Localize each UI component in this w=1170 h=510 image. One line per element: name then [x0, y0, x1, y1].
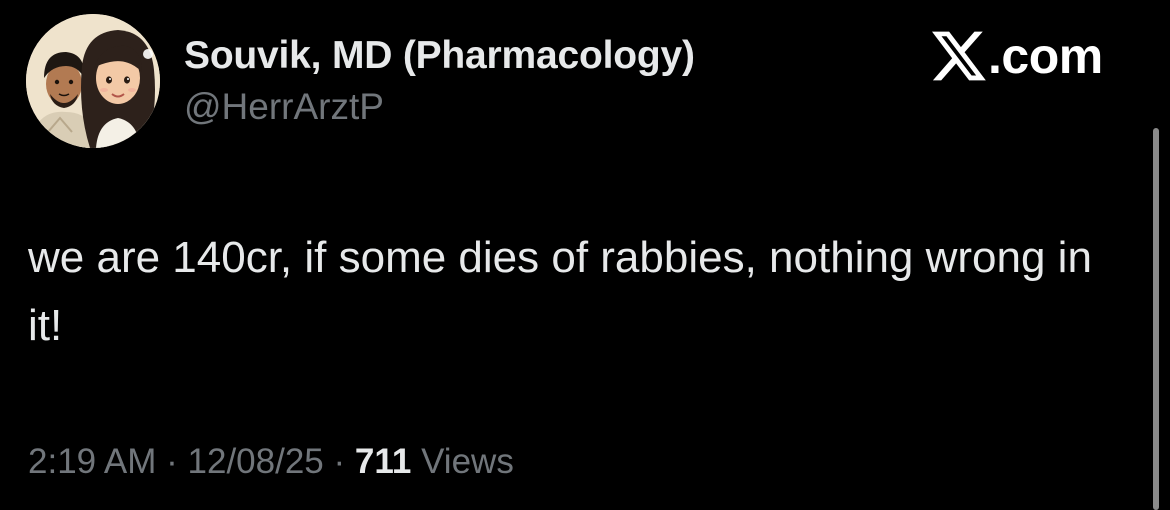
x-logo-icon — [932, 31, 986, 81]
author-name[interactable]: Souvik, MD (Pharmacology) — [184, 34, 695, 78]
views-count[interactable]: 711 — [355, 442, 411, 481]
tweet-meta: 2:19 AM · 12/08/25 · 711 Views — [28, 442, 514, 482]
couple-cartoon-avatar-icon — [26, 14, 160, 148]
meta-separator: · — [323, 442, 355, 481]
author-avatar[interactable] — [26, 14, 160, 148]
brand-watermark: .com — [932, 28, 1103, 84]
meta-separator: · — [156, 442, 188, 481]
scrollbar[interactable] — [1153, 128, 1159, 510]
author-handle[interactable]: @HerrArztP — [184, 86, 384, 128]
tweet-date[interactable]: 12/08/25 — [188, 442, 324, 481]
brand-domain-text: .com — [988, 28, 1103, 84]
tweet-time[interactable]: 2:19 AM — [28, 442, 156, 481]
tweet-card: Souvik, MD (Pharmacology) @HerrArztP .co… — [0, 0, 1170, 510]
tweet-text: we are 140cr, if some dies of rabbies, n… — [28, 233, 1092, 350]
views-label: Views — [411, 442, 514, 481]
